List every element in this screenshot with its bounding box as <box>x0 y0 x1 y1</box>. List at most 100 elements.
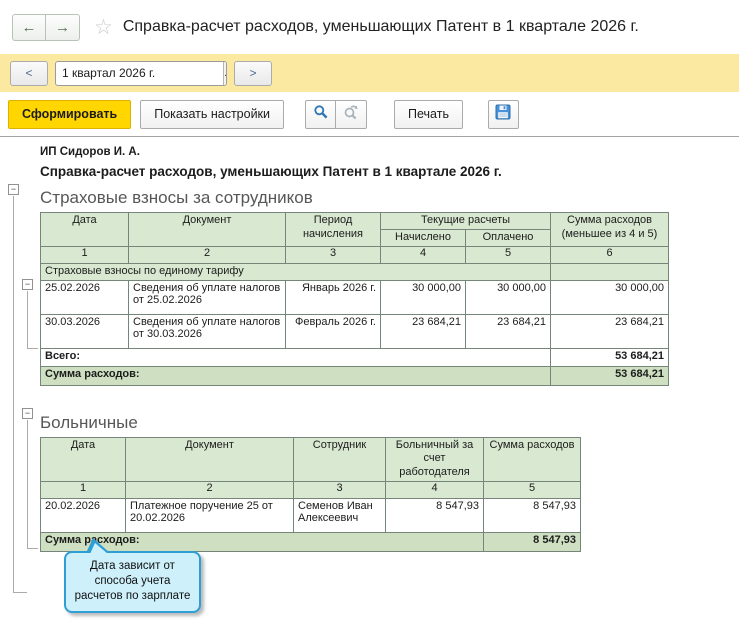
col-header-document: Документ <box>129 213 286 247</box>
report-toolbar: Сформировать Показать настройки Печать <box>0 92 739 137</box>
tooltip-text: Дата зависит от способа учета расчетов п… <box>75 560 191 602</box>
next-period-button[interactable]: > <box>234 61 272 86</box>
forward-button[interactable]: → <box>46 14 80 41</box>
col-number: 4 <box>381 246 466 263</box>
insurance-header-row: Дата Документ Период начисления Текущие … <box>41 213 669 230</box>
col-header-expense-amount: Сумма расходов (меньшее из 4 и 5) <box>551 213 669 247</box>
tree-line <box>13 592 27 593</box>
period-field: ... <box>55 61 227 86</box>
tree-line <box>27 420 28 548</box>
history-nav: ← → <box>12 14 80 41</box>
table-row[interactable]: 25.02.2026 Сведения об уплате налогов от… <box>41 280 669 314</box>
expenses-value: 8 547,93 <box>484 532 581 551</box>
cell-accrued: 23 684,21 <box>381 314 466 348</box>
group-row-label: Страховые взносы по единому тарифу <box>41 263 551 280</box>
cell-employee: Семенов Иван Алексеевич <box>294 498 386 532</box>
col-header-period: Период начисления <box>286 213 381 247</box>
cell-paid: 23 684,21 <box>466 314 551 348</box>
total-value: 53 684,21 <box>551 348 669 366</box>
col-number: 3 <box>294 481 386 498</box>
col-number: 6 <box>551 246 669 263</box>
window-titlebar: ← → ☆ Справка-расчет расходов, уменьшающ… <box>0 0 739 54</box>
insurance-total-row: Всего: 53 684,21 <box>41 348 669 366</box>
cell-paid: 30 000,00 <box>466 280 551 314</box>
col-number: 4 <box>386 481 484 498</box>
search-next-icon <box>343 104 359 125</box>
collapse-insurance-group-icon[interactable]: − <box>22 279 33 290</box>
cell-document[interactable]: Сведения об уплате налогов от 25.02.2026 <box>129 280 286 314</box>
tooltip-arrow-icon <box>90 543 108 554</box>
cell-date: 20.02.2026 <box>41 498 126 532</box>
back-button[interactable]: ← <box>12 14 46 41</box>
table-row[interactable]: 30.03.2026 Сведения об уплате налогов от… <box>41 314 669 348</box>
generate-button[interactable]: Сформировать <box>8 100 131 129</box>
sick-column-numbers-row: 1 2 3 4 5 <box>41 481 581 498</box>
search-next-button[interactable] <box>336 100 367 129</box>
expenses-value: 53 684,21 <box>551 366 669 385</box>
col-number: 1 <box>41 481 126 498</box>
col-number: 5 <box>466 246 551 263</box>
cell-date: 25.02.2026 <box>41 280 129 314</box>
forward-arrow-icon: → <box>55 19 70 36</box>
col-number: 2 <box>126 481 294 498</box>
sick-header-row: Дата Документ Сотрудник Больничный за сч… <box>41 437 581 481</box>
group-row-empty-cell <box>551 263 669 280</box>
col-header-paid: Оплачено <box>466 229 551 246</box>
cell-period: Февраль 2026 г. <box>286 314 381 348</box>
col-header-accrued: Начислено <box>381 229 466 246</box>
sick-section-heading: Больничные <box>40 413 739 433</box>
favorite-star-icon[interactable]: ☆ <box>94 15 113 40</box>
col-number: 5 <box>484 481 581 498</box>
sick-expenses-row: Сумма расходов: 8 547,93 <box>41 532 581 551</box>
search-icon <box>313 104 329 125</box>
col-number: 2 <box>129 246 286 263</box>
cell-document[interactable]: Сведения об уплате налогов от 30.03.2026 <box>129 314 286 348</box>
col-header-employee: Сотрудник <box>294 437 386 481</box>
expenses-label: Сумма расходов: <box>41 366 551 385</box>
collapse-sick-group-icon[interactable]: − <box>22 408 33 419</box>
col-number: 1 <box>41 246 129 263</box>
collapse-report-icon[interactable]: − <box>8 184 19 195</box>
col-number: 3 <box>286 246 381 263</box>
show-settings-button[interactable]: Показать настройки <box>140 100 284 129</box>
col-header-employer-paid: Больничный за счет работодателя <box>386 437 484 481</box>
period-choose-button[interactable]: ... <box>223 62 227 85</box>
report-body: ИП Сидоров И. А. Справка-расчет расходов… <box>0 137 739 552</box>
total-label: Всего: <box>41 348 551 366</box>
report-title: Справка-расчет расходов, уменьшающих Пат… <box>40 164 739 179</box>
cell-date: 30.03.2026 <box>41 314 129 348</box>
back-arrow-icon: ← <box>22 19 37 36</box>
insurance-section-heading: Страховые взносы за сотрудников <box>40 188 739 208</box>
cell-amount: 23 684,21 <box>551 314 669 348</box>
tree-line <box>27 548 38 549</box>
insurance-expenses-row: Сумма расходов: 53 684,21 <box>41 366 669 385</box>
col-header-document: Документ <box>126 437 294 481</box>
cell-period: Январь 2026 г. <box>286 280 381 314</box>
period-input[interactable] <box>56 62 223 85</box>
col-header-expense-amount: Сумма расходов <box>484 437 581 481</box>
tree-line <box>13 196 14 592</box>
previous-period-button[interactable]: < <box>10 61 48 86</box>
table-row[interactable]: 20.02.2026 Платежное поручение 25 от 20.… <box>41 498 581 532</box>
date-hint-tooltip: Дата зависит от способа учета расчетов п… <box>64 551 201 613</box>
tree-line <box>27 348 38 349</box>
period-bar: < ... > <box>0 54 739 92</box>
search-button-group <box>305 100 367 129</box>
insurance-column-numbers-row: 1 2 3 4 5 6 <box>41 246 669 263</box>
col-header-current-settlements: Текущие расчеты <box>381 213 551 230</box>
save-icon <box>495 104 511 125</box>
cell-employer-paid: 8 547,93 <box>386 498 484 532</box>
cell-document[interactable]: Платежное поручение 25 от 20.02.2026 <box>126 498 294 532</box>
sick-leave-table: Дата Документ Сотрудник Больничный за сч… <box>40 437 581 552</box>
cell-amount: 30 000,00 <box>551 280 669 314</box>
cell-amount: 8 547,93 <box>484 498 581 532</box>
save-button[interactable] <box>488 100 519 129</box>
cell-accrued: 30 000,00 <box>381 280 466 314</box>
page-title: Справка-расчет расходов, уменьшающих Пат… <box>123 18 639 36</box>
search-button[interactable] <box>305 100 336 129</box>
print-button[interactable]: Печать <box>394 100 463 129</box>
tree-line <box>27 291 28 348</box>
col-header-date: Дата <box>41 437 126 481</box>
insurance-table: Дата Документ Период начисления Текущие … <box>40 212 669 386</box>
insurance-group-row: Страховые взносы по единому тарифу <box>41 263 669 280</box>
